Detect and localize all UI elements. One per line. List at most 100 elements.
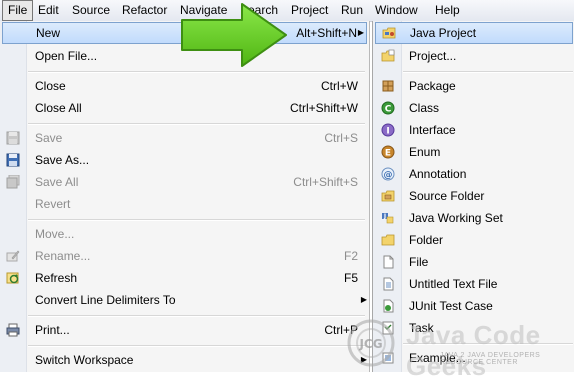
save-icon: [6, 131, 20, 145]
example-icon: [382, 352, 394, 364]
menu-item-save-all[interactable]: Save All Ctrl+Shift+S: [0, 171, 369, 193]
submenu-item-label: Class: [409, 101, 440, 115]
annotation-icon: @: [381, 167, 395, 181]
submenu-item-interface[interactable]: I Interface: [373, 119, 574, 141]
menu-separator: [28, 219, 365, 221]
submenu-item-class[interactable]: C Class: [373, 97, 574, 119]
java-project-icon: [382, 27, 396, 39]
menu-item-close-all[interactable]: Close All Ctrl+Shift+W: [0, 97, 369, 119]
menu-source[interactable]: Source: [67, 0, 115, 21]
menu-item-label: Close: [35, 79, 66, 93]
svg-text:E: E: [385, 149, 391, 159]
menu-item-save-as[interactable]: Save As...: [0, 149, 369, 171]
submenu-item-label: Java Working Set: [409, 211, 503, 225]
submenu-item-label: Example...: [409, 351, 466, 365]
menu-project[interactable]: Project: [286, 0, 333, 21]
submenu-item-folder[interactable]: Folder: [373, 229, 574, 251]
submenu-arrow-icon: ▶: [360, 295, 367, 304]
junit-icon: [383, 299, 394, 313]
menu-item-shortcut: Alt+Shift+N: [296, 26, 357, 40]
submenu-item-label: Project...: [409, 49, 457, 63]
submenu-item-annotation[interactable]: @ Annotation: [373, 163, 574, 185]
menu-help[interactable]: Help: [430, 0, 465, 21]
menu-item-shortcut: F5: [343, 271, 358, 285]
menu-run[interactable]: Run: [336, 0, 368, 21]
menu-separator: [403, 71, 573, 73]
submenu-item-untitled-text-file[interactable]: Untitled Text File: [373, 273, 574, 295]
menu-item-shortcut: Ctrl+S: [324, 131, 358, 145]
submenu-item-java-working-set[interactable]: J Java Working Set: [373, 207, 574, 229]
menu-separator: [28, 71, 365, 73]
source-folder-icon: [381, 190, 395, 202]
file-menu: New Alt+Shift+N ▶ Open File... Close Ctr…: [0, 21, 370, 372]
menu-item-save[interactable]: Save Ctrl+S: [0, 127, 369, 149]
menu-item-label: Save All: [35, 175, 79, 189]
submenu-item-project[interactable]: Project...: [373, 45, 574, 67]
class-icon: C: [381, 101, 395, 115]
menu-item-label: Close All: [35, 101, 82, 115]
menu-item-shortcut: F2: [343, 249, 358, 263]
menu-item-label: Switch Workspace: [35, 353, 134, 367]
submenu-item-label: Interface: [409, 123, 456, 137]
print-icon: [6, 323, 20, 337]
submenu-item-enum[interactable]: E Enum: [373, 141, 574, 163]
menu-item-label: Open File...: [35, 49, 98, 63]
menu-item-label: Print...: [35, 323, 70, 337]
menu-separator: [403, 343, 573, 345]
svg-text:C: C: [385, 105, 392, 115]
submenu-arrow-icon: ▶: [357, 28, 364, 37]
menu-separator: [28, 123, 365, 125]
save-as-icon: [6, 153, 20, 167]
svg-text:J: J: [383, 213, 386, 220]
submenu-item-label: Source Folder: [409, 189, 485, 203]
submenu-item-label: Task: [409, 321, 434, 335]
submenu-item-label: Package: [409, 79, 456, 93]
submenu-item-task[interactable]: Task: [373, 317, 574, 339]
task-icon: [382, 321, 394, 335]
submenu-item-file[interactable]: File: [373, 251, 574, 273]
menu-refactor[interactable]: Refactor: [117, 0, 172, 21]
save-all-icon: [6, 175, 20, 189]
project-icon: [381, 49, 395, 62]
menu-item-convert-line-delimiters[interactable]: Convert Line Delimiters To ▶: [0, 289, 369, 311]
menu-file[interactable]: File: [2, 0, 34, 21]
submenu-item-junit-test-case[interactable]: JUnit Test Case: [373, 295, 574, 317]
menu-item-close[interactable]: Close Ctrl+W: [0, 75, 369, 97]
submenu-item-label: Enum: [409, 145, 441, 159]
green-arrow-icon: [181, 3, 287, 67]
submenu-item-label: JUnit Test Case: [409, 299, 493, 313]
menu-window[interactable]: Window: [370, 0, 423, 21]
submenu-item-source-folder[interactable]: Source Folder: [373, 185, 574, 207]
refresh-icon: [6, 272, 19, 284]
menu-item-label: Revert: [35, 197, 71, 211]
submenu-item-java-project[interactable]: Java Project: [375, 22, 573, 44]
submenu-item-label: Untitled Text File: [409, 277, 498, 291]
menu-item-move[interactable]: Move...: [0, 223, 369, 245]
menu-item-label: New: [36, 26, 61, 40]
menu-item-revert[interactable]: Revert: [0, 193, 369, 215]
menu-item-label: Convert Line Delimiters To: [35, 293, 176, 307]
menu-separator: [28, 345, 365, 347]
enum-icon: E: [381, 145, 395, 159]
file-icon: [383, 255, 394, 269]
menu-item-shortcut: Ctrl+W: [321, 79, 358, 93]
package-icon: [382, 80, 394, 92]
submenu-item-example[interactable]: Example...: [373, 347, 574, 369]
rename-icon: [6, 250, 20, 262]
svg-text:I: I: [386, 127, 389, 137]
menu-item-label: Save: [35, 131, 63, 145]
menu-item-switch-workspace[interactable]: Switch Workspace ▶: [0, 349, 369, 371]
menu-item-label: Refresh: [35, 271, 78, 285]
menu-item-shortcut: Ctrl+P: [324, 323, 358, 337]
submenu-item-package[interactable]: Package: [373, 75, 574, 97]
menu-item-print[interactable]: Print... Ctrl+P: [0, 319, 369, 341]
menu-item-rename[interactable]: Rename... F2: [0, 245, 369, 267]
menu-item-shortcut: Ctrl+Shift+S: [293, 175, 358, 189]
menu-edit[interactable]: Edit: [33, 0, 64, 21]
menu-item-label: Rename...: [35, 249, 91, 263]
folder-icon: [381, 234, 395, 246]
submenu-item-label: File: [409, 255, 429, 269]
menu-separator: [28, 315, 365, 317]
svg-text:@: @: [384, 171, 393, 181]
menu-item-refresh[interactable]: Refresh F5: [0, 267, 369, 289]
